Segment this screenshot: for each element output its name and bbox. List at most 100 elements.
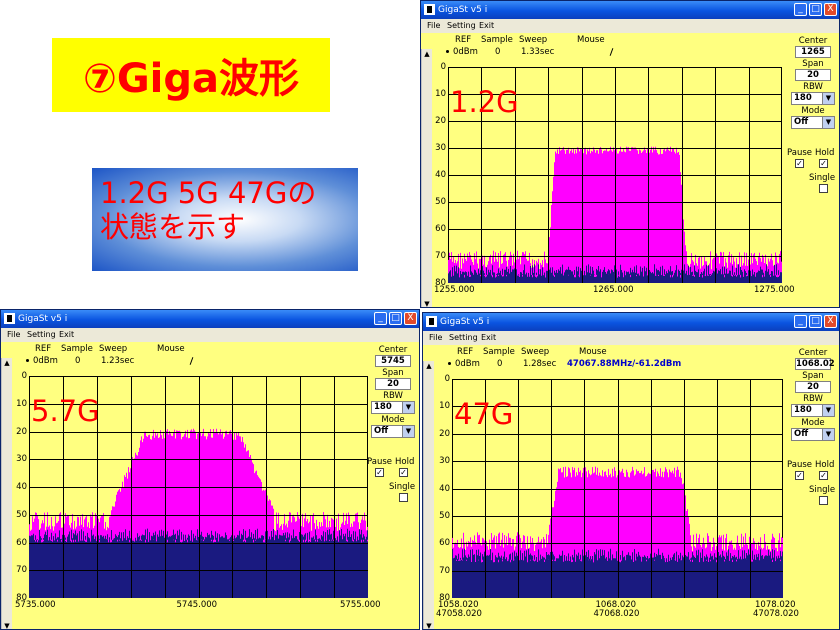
scroll-up-icon[interactable]: ▲ bbox=[2, 358, 12, 368]
close-button[interactable]: X bbox=[824, 315, 837, 328]
title-bar[interactable]: GigaSt v5 i _ □ X bbox=[423, 313, 839, 331]
chevron-down-icon[interactable]: ▼ bbox=[822, 117, 834, 128]
grid-line-h bbox=[29, 431, 368, 433]
grid-line-h bbox=[448, 148, 782, 149]
label-sweep: Sweep bbox=[519, 35, 548, 45]
single-checkbox[interactable] bbox=[399, 493, 408, 502]
ref-value: 0dBm bbox=[455, 359, 480, 369]
app-window[interactable]: GigaSt v5 i _ □ X File Setting Exit REF Sample Sw… bbox=[420, 0, 840, 308]
mode-select[interactable]: Off ▼ bbox=[791, 116, 835, 129]
mouse-readout: 47067.88MHz/-61.2dBm bbox=[567, 359, 682, 369]
close-button[interactable]: X bbox=[824, 3, 837, 16]
mouse-cursor-icon bbox=[189, 357, 194, 365]
chevron-down-icon[interactable]: ▼ bbox=[822, 405, 834, 416]
mode-select[interactable]: Off ▼ bbox=[791, 428, 835, 441]
label-sample: Sample bbox=[483, 347, 515, 357]
ref-marker-icon bbox=[26, 359, 29, 362]
minimize-button[interactable]: _ bbox=[374, 312, 387, 325]
x-tick-label: 5755.000 bbox=[340, 600, 381, 610]
app-icon bbox=[424, 4, 435, 15]
span-label: Span bbox=[382, 368, 404, 378]
label-mouse: Mouse bbox=[577, 35, 605, 45]
grid-line-h bbox=[448, 202, 782, 203]
center-input[interactable]: 1265 bbox=[795, 46, 831, 58]
grid-line-h bbox=[452, 570, 783, 572]
single-label: Single bbox=[809, 485, 836, 495]
chevron-down-icon[interactable]: ▼ bbox=[822, 429, 834, 440]
y-tick-label: 60 bbox=[439, 538, 450, 549]
grid-line-h bbox=[448, 256, 782, 257]
title-bar[interactable]: GigaSt v5 i _ □ X bbox=[1, 310, 419, 328]
maximize-button[interactable]: □ bbox=[809, 3, 822, 16]
app-icon bbox=[426, 316, 437, 327]
rbw-select[interactable]: 180 ▼ bbox=[371, 401, 415, 414]
chevron-down-icon[interactable]: ▼ bbox=[402, 426, 414, 437]
mode-value: Off bbox=[374, 426, 389, 436]
menu-item-file[interactable]: File bbox=[429, 331, 442, 345]
title-bar[interactable]: GigaSt v5 i _ □ X bbox=[421, 1, 839, 19]
menu-item-file[interactable]: File bbox=[7, 328, 20, 342]
hold-checkbox[interactable]: ✓ bbox=[819, 471, 828, 480]
mode-select[interactable]: Off ▼ bbox=[371, 425, 415, 438]
rbw-value: 180 bbox=[374, 402, 392, 412]
y-tick-label: 50 bbox=[435, 197, 446, 207]
menu-item-exit[interactable]: Exit bbox=[479, 19, 494, 33]
rbw-label: RBW bbox=[803, 82, 823, 92]
menu-item-exit[interactable]: Exit bbox=[481, 331, 496, 345]
chevron-down-icon[interactable]: ▼ bbox=[822, 93, 834, 104]
chevron-down-icon[interactable]: ▼ bbox=[402, 402, 414, 413]
x-tick-label: 1275.000 bbox=[754, 285, 795, 295]
span-label: Span bbox=[802, 59, 824, 69]
center-input[interactable]: 5745 bbox=[375, 355, 411, 367]
minimize-button[interactable]: _ bbox=[794, 3, 807, 16]
y-tick-label: 20 bbox=[439, 428, 450, 439]
client-area: REF Sample Sweep Mouse 0dBm 0 1.33sec ▲ ▼ 0 10 20 30… bbox=[421, 33, 839, 307]
app-window[interactable]: GigaSt v5 i _ □ X File Setting Exit REF Sample Sw… bbox=[0, 309, 420, 630]
center-input[interactable]: 1068.02 bbox=[795, 358, 835, 370]
menu-item-setting[interactable]: Setting bbox=[27, 328, 56, 342]
sample-value: 0 bbox=[495, 47, 501, 57]
menu-item-file[interactable]: File bbox=[427, 19, 440, 33]
label-mouse: Mouse bbox=[157, 344, 185, 354]
rbw-select[interactable]: 180 ▼ bbox=[791, 92, 835, 105]
scroll-up-icon[interactable]: ▲ bbox=[424, 361, 434, 371]
span-input[interactable]: 20 bbox=[795, 381, 831, 393]
grid-line-h bbox=[448, 121, 782, 122]
grid-line-h bbox=[452, 515, 783, 517]
pause-checkbox[interactable]: ✓ bbox=[375, 468, 384, 477]
menu-item-exit[interactable]: Exit bbox=[59, 328, 74, 342]
band-label: 47G bbox=[454, 397, 514, 431]
app-window[interactable]: GigaSt v5 i _ □ X File Setting Exit REF Sample Sw… bbox=[422, 312, 840, 630]
note-line-2: 状態を示す bbox=[100, 210, 246, 244]
scroll-down-icon[interactable]: ▼ bbox=[422, 299, 432, 307]
single-checkbox[interactable] bbox=[819, 496, 828, 505]
menu-item-setting[interactable]: Setting bbox=[449, 331, 478, 345]
span-input[interactable]: 20 bbox=[795, 69, 831, 81]
hold-checkbox[interactable]: ✓ bbox=[819, 159, 828, 168]
close-button[interactable]: X bbox=[404, 312, 417, 325]
y-tick-label: 30 bbox=[435, 143, 446, 153]
maximize-button[interactable]: □ bbox=[389, 312, 402, 325]
mode-value: Off bbox=[794, 429, 809, 439]
x-tick-label-secondary: 47078.020 bbox=[753, 609, 799, 619]
menu-item-setting[interactable]: Setting bbox=[447, 19, 476, 33]
span-input[interactable]: 20 bbox=[375, 378, 411, 390]
single-checkbox[interactable] bbox=[819, 184, 828, 193]
scroll-down-icon[interactable]: ▼ bbox=[424, 621, 434, 629]
grid-line-h bbox=[448, 229, 782, 230]
scroll-down-icon[interactable]: ▼ bbox=[2, 621, 12, 629]
scroll-up-icon[interactable]: ▲ bbox=[422, 49, 432, 59]
client-area: REF Sample Sweep Mouse 0dBm 0 1.28sec 47067.88M… bbox=[423, 345, 839, 629]
minimize-button[interactable]: _ bbox=[794, 315, 807, 328]
label-ref: REF bbox=[455, 35, 472, 45]
y-tick-label: 40 bbox=[435, 170, 446, 180]
y-tick-label: 10 bbox=[435, 89, 446, 99]
maximize-button[interactable]: □ bbox=[809, 315, 822, 328]
pause-checkbox[interactable]: ✓ bbox=[795, 471, 804, 480]
rbw-select[interactable]: 180 ▼ bbox=[791, 404, 835, 417]
hold-checkbox[interactable]: ✓ bbox=[399, 468, 408, 477]
grid-line-h bbox=[452, 488, 783, 490]
pause-checkbox[interactable]: ✓ bbox=[795, 159, 804, 168]
grid-line-h bbox=[29, 542, 368, 544]
app-icon bbox=[4, 313, 15, 324]
